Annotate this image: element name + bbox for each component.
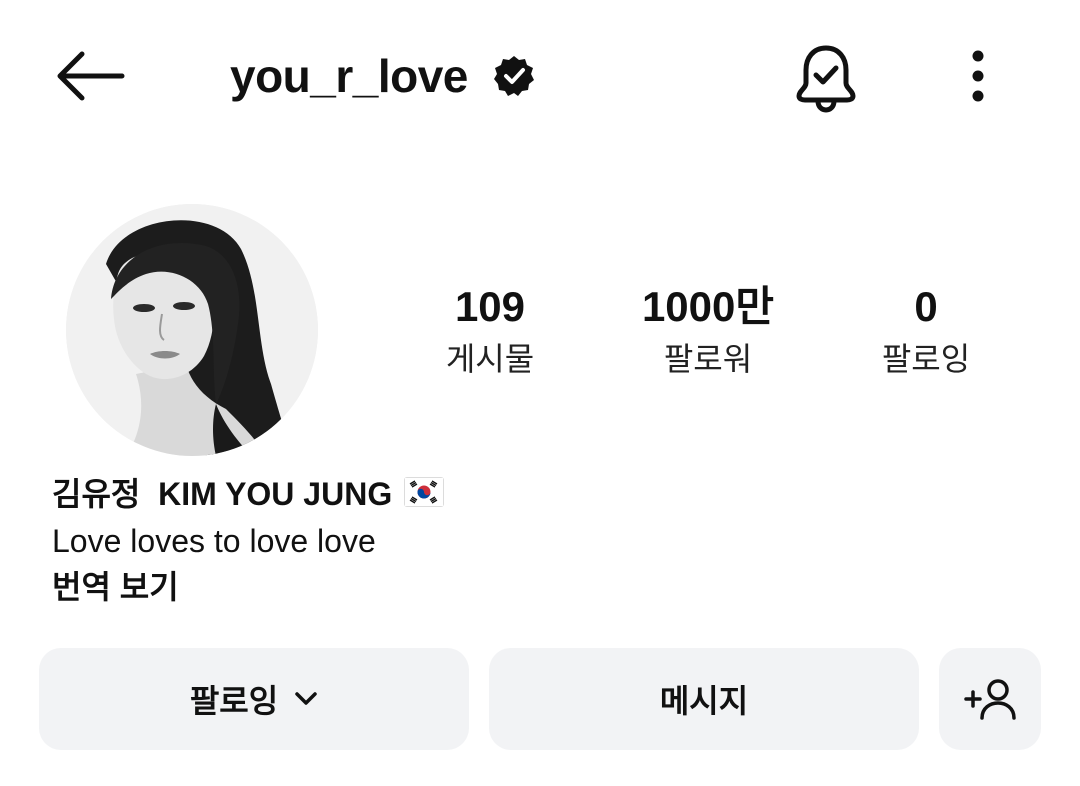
display-name-row: 김유정 KIM YOU JUNG [52, 470, 852, 514]
bio-text: Love loves to love love [52, 523, 376, 559]
following-button[interactable]: 팔로잉 [39, 648, 469, 750]
profile-stats: 109 게시물 1000만 팔로워 0 팔로잉 [380, 278, 1040, 388]
followers-stat[interactable]: 1000만 팔로워 [598, 278, 818, 380]
chevron-down-icon [294, 691, 318, 707]
message-button-label: 메시지 [659, 683, 749, 719]
posts-label: 게시물 [445, 341, 535, 377]
bell-check-icon [796, 45, 856, 113]
following-stat[interactable]: 0 팔로잉 [816, 278, 1036, 380]
display-name: 김유정 KIM YOU JUNG [52, 476, 393, 512]
notifications-button[interactable] [786, 38, 866, 118]
username-title: you_r_love [230, 44, 536, 108]
followers-count: 1000만 [641, 283, 775, 330]
following-count: 0 [914, 283, 938, 330]
see-translation-link[interactable]: 번역 보기 [52, 564, 852, 610]
suggested-accounts-button[interactable] [939, 648, 1041, 750]
message-button[interactable]: 메시지 [489, 648, 919, 750]
following-label: 팔로잉 [881, 341, 971, 377]
profile-avatar[interactable] [66, 204, 318, 456]
south-korea-flag-icon [404, 477, 445, 507]
back-button[interactable] [46, 40, 132, 112]
more-options-button[interactable] [950, 40, 1006, 112]
verified-badge-icon [492, 54, 536, 98]
profile-photo [66, 204, 318, 456]
following-button-label: 팔로잉 [189, 683, 279, 719]
posts-stat[interactable]: 109 게시물 [380, 278, 600, 380]
username: you_r_love [230, 50, 468, 102]
profile-header: you_r_love [0, 0, 1080, 150]
more-vertical-icon [972, 50, 984, 102]
profile-bio: 김유정 KIM YOU JUNG Love loves to love love… [52, 470, 852, 610]
arrow-left-icon [57, 51, 125, 101]
followers-label: 팔로워 [663, 341, 753, 377]
posts-count: 109 [454, 283, 526, 330]
add-person-icon [964, 679, 1016, 720]
